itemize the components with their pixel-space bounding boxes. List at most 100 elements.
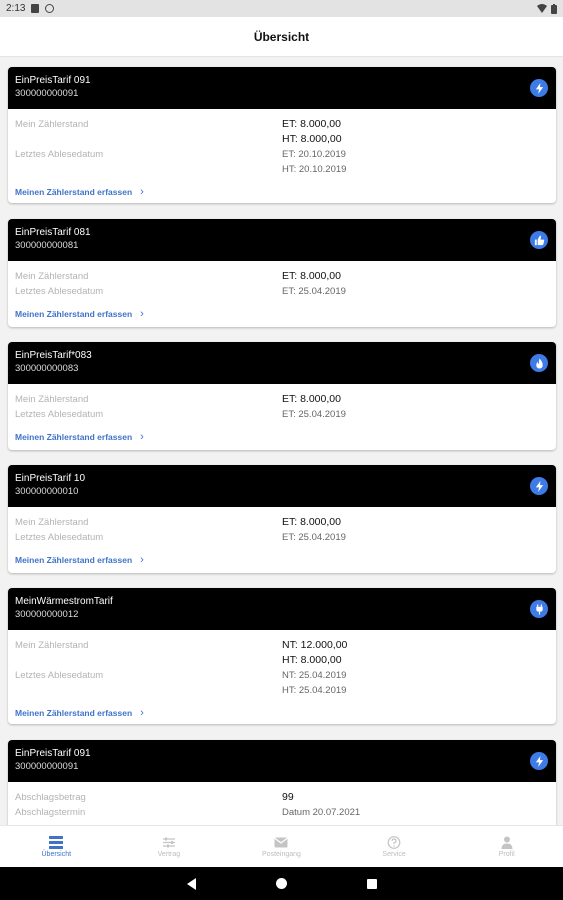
tab-label: Service xyxy=(382,850,406,858)
card-header: EinPreisTarif*083 300000000083 xyxy=(8,342,556,384)
meter-reading: ET: 8.000,00 xyxy=(282,270,341,282)
enter-reading-link[interactable]: Meinen Zählerstand erfassen › xyxy=(15,706,549,720)
tab-inbox[interactable]: Posteingang xyxy=(225,826,338,867)
chevron-right-icon: › xyxy=(140,308,144,320)
card-header: EinPreisTarif 081 300000000081 xyxy=(8,219,556,261)
reading-date: ET: 25.04.2019 xyxy=(282,532,346,543)
contract-card[interactable]: EinPreisTarif 091 300000000091 Mein Zähl… xyxy=(8,67,556,203)
plug-icon xyxy=(530,600,548,618)
date-label: Letztes Ablesedatum xyxy=(15,149,104,160)
reading-date: ET: 20.10.2019 xyxy=(282,149,346,160)
reading-date: ET: 25.04.2019 xyxy=(282,409,346,420)
profile-icon xyxy=(501,836,513,849)
tariff-name: EinPreisTarif 081 xyxy=(15,227,91,238)
card-header: EinPreisTarif 091 300000000091 xyxy=(8,740,556,782)
flame-icon xyxy=(530,354,548,372)
installment-date: Datum 20.07.2021 xyxy=(282,807,361,818)
contract-list[interactable]: EinPreisTarif 091 300000000091 Mein Zähl… xyxy=(0,57,563,825)
card-header: MeinWärmestromTarif 300000000012 xyxy=(8,588,556,630)
contract-card[interactable]: EinPreisTarif 081 300000000081 Mein Zähl… xyxy=(8,219,556,327)
tariff-name: EinPreisTarif 091 xyxy=(15,75,91,86)
system-nav-bar xyxy=(0,867,563,900)
lightning-icon xyxy=(530,79,548,97)
sim-card-icon xyxy=(31,4,40,13)
meter-reading: ET: 8.000,00 xyxy=(282,118,341,130)
reading-date: HT: 25.04.2019 xyxy=(282,685,347,696)
date-label: Letztes Ablesedatum xyxy=(15,409,104,420)
contract-icon xyxy=(162,837,175,847)
tab-profile[interactable]: Profil xyxy=(450,826,563,867)
reading-label: Mein Zählerstand xyxy=(15,640,89,651)
status-time: 2:13 xyxy=(6,3,26,14)
tariff-name: EinPreisTarif*083 xyxy=(15,350,92,361)
reading-label: Mein Zählerstand xyxy=(15,119,89,130)
chevron-right-icon: › xyxy=(140,554,144,566)
app-header: Übersicht xyxy=(0,17,563,57)
at-sign-icon xyxy=(45,4,55,13)
chevron-right-icon: › xyxy=(140,431,144,443)
installment-amount: 99 xyxy=(282,791,294,803)
tab-contract[interactable]: Vertrag xyxy=(113,826,226,867)
home-icon[interactable] xyxy=(275,878,287,889)
tariff-name: EinPreisTarif 10 xyxy=(15,473,86,484)
tab-label: Übersicht xyxy=(41,850,72,858)
enter-reading-link[interactable]: Meinen Zählerstand erfassen › xyxy=(15,553,549,567)
lightning-icon xyxy=(530,477,548,495)
contract-card[interactable]: EinPreisTarif 091 300000000091 Abschlags… xyxy=(8,740,556,825)
chevron-right-icon: › xyxy=(140,707,144,719)
contract-number: 300000000010 xyxy=(15,486,79,497)
meter-reading: ET: 8.000,00 xyxy=(282,516,341,528)
page-title: Übersicht xyxy=(253,29,310,44)
meter-reading: ET: 8.000,00 xyxy=(282,393,341,405)
contract-number: 300000000081 xyxy=(15,240,79,251)
tariff-name: EinPreisTarif 091 xyxy=(15,748,91,759)
contract-number: 300000000091 xyxy=(15,88,79,99)
card-header: EinPreisTarif 10 300000000010 xyxy=(8,465,556,507)
help-icon xyxy=(387,835,401,849)
contract-number: 300000000012 xyxy=(15,609,79,620)
date-label: Letztes Ablesedatum xyxy=(15,286,104,297)
reading-label: Mein Zählerstand xyxy=(15,271,89,282)
reading-label: Mein Zählerstand xyxy=(15,394,89,405)
date-label: Letztes Ablesedatum xyxy=(15,670,104,681)
tab-label: Profil xyxy=(498,850,515,858)
bottom-tab-bar: Übersicht Vertrag Posteingang Service Pr… xyxy=(0,825,563,867)
thumbs-up-icon xyxy=(530,231,548,249)
chevron-right-icon: › xyxy=(140,186,144,198)
tariff-name: MeinWärmestromTarif xyxy=(15,596,113,607)
link-label: Meinen Zählerstand erfassen xyxy=(15,309,133,319)
contract-card[interactable]: EinPreisTarif 10 300000000010 Mein Zähle… xyxy=(8,465,556,573)
link-label: Meinen Zählerstand erfassen xyxy=(15,555,133,565)
installment-date-label: Abschlagstermin xyxy=(15,807,86,818)
link-label: Meinen Zählerstand erfassen xyxy=(15,708,133,718)
enter-reading-link[interactable]: Meinen Zählerstand erfassen › xyxy=(15,430,549,444)
overview-icon xyxy=(49,835,64,849)
wifi-icon xyxy=(537,4,547,13)
reading-date: ET: 25.04.2019 xyxy=(282,286,346,297)
enter-reading-link[interactable]: Meinen Zählerstand erfassen › xyxy=(15,307,549,321)
contract-number: 300000000091 xyxy=(15,761,79,772)
mail-icon xyxy=(274,837,289,847)
date-label: Letztes Ablesedatum xyxy=(15,532,104,543)
reading-date: NT: 25.04.2019 xyxy=(282,670,347,681)
reading-date: HT: 20.10.2019 xyxy=(282,164,347,175)
tab-label: Posteingang xyxy=(262,850,301,858)
recent-apps-icon[interactable] xyxy=(366,878,377,889)
enter-reading-link[interactable]: Meinen Zählerstand erfassen › xyxy=(15,185,549,199)
meter-reading: HT: 8.000,00 xyxy=(282,654,342,666)
meter-reading: NT: 12.000,00 xyxy=(282,639,348,651)
tab-service[interactable]: Service xyxy=(338,826,451,867)
contract-number: 300000000083 xyxy=(15,363,79,374)
battery-icon xyxy=(551,3,557,14)
contract-card[interactable]: EinPreisTarif*083 300000000083 Mein Zähl… xyxy=(8,342,556,450)
meter-reading: HT: 8.000,00 xyxy=(282,133,342,145)
tab-overview[interactable]: Übersicht xyxy=(0,826,113,867)
tab-label: Vertrag xyxy=(157,850,181,858)
reading-label: Mein Zählerstand xyxy=(15,517,89,528)
back-icon[interactable] xyxy=(186,877,196,890)
status-bar: 2:13 xyxy=(0,0,563,17)
installment-label: Abschlagsbetrag xyxy=(15,792,86,803)
card-header: EinPreisTarif 091 300000000091 xyxy=(8,67,556,109)
lightning-icon xyxy=(530,752,548,770)
contract-card[interactable]: MeinWärmestromTarif 300000000012 Mein Zä… xyxy=(8,588,556,724)
